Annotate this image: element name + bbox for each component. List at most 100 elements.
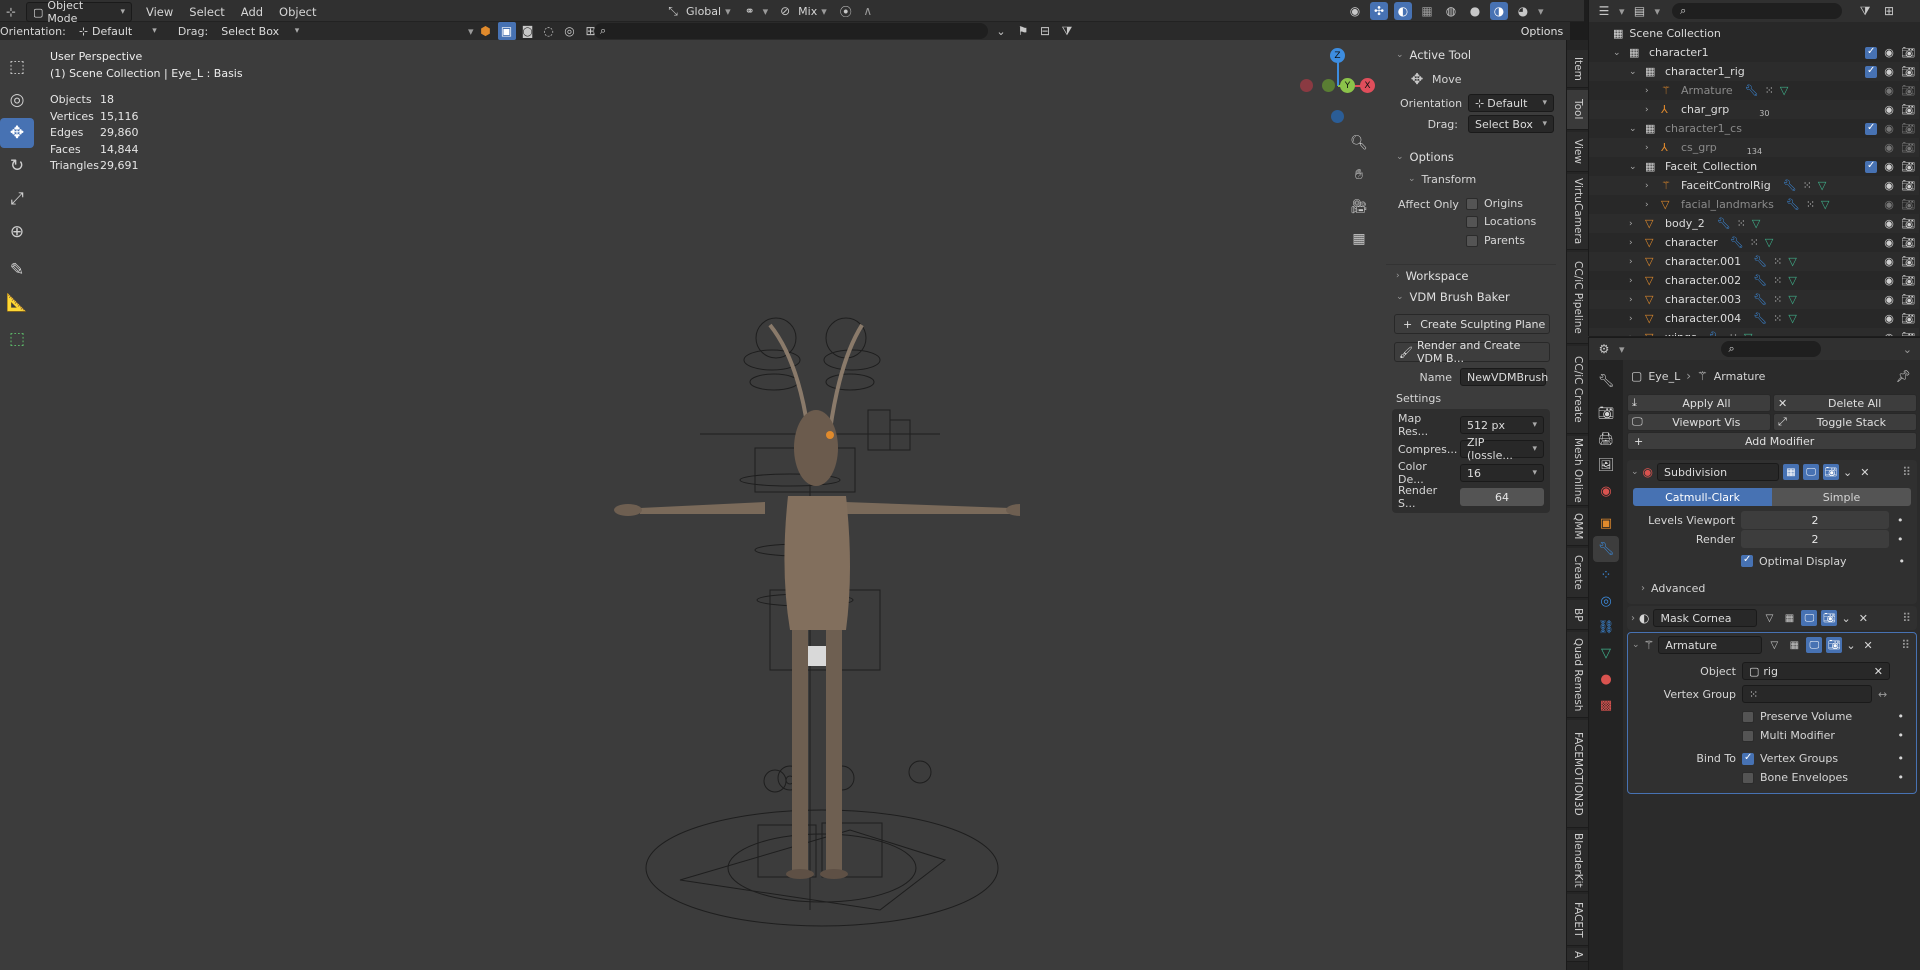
collection-exclude-checkbox[interactable] [1865, 65, 1877, 78]
render-camera-icon[interactable]: 📷︎ [1901, 103, 1915, 116]
tool-drag-dropdown[interactable]: Select Box ▾ [1468, 115, 1554, 133]
render-camera-icon[interactable]: 📷︎ [1901, 331, 1915, 336]
origins-checkbox[interactable] [1466, 197, 1478, 210]
mesh-data-icon[interactable]: ▽ [1744, 331, 1752, 336]
transform-orientation-value[interactable]: Global [686, 5, 721, 18]
chevron-down-icon[interactable]: ⌄ [992, 22, 1010, 40]
outliner-row[interactable]: › ▽ character 🔧︎ ⁙ ▽ ◉ 📷︎ [1589, 233, 1919, 252]
vertex-group-icon[interactable]: ⁙ [1773, 293, 1782, 306]
mesh-data-icon[interactable]: ▽ [1821, 198, 1829, 211]
gizmo-neg-y-axis[interactable] [1322, 79, 1335, 92]
select-box-icon[interactable]: ▣ [497, 22, 516, 40]
map-res-dropdown[interactable]: 512 px ▾ [1460, 416, 1544, 434]
menu-add[interactable]: Add [241, 5, 263, 19]
select-tool-icon[interactable]: ⬚ [0, 52, 34, 82]
keyframe-dot-icon[interactable]: • [1898, 752, 1905, 765]
optimal-display-checkbox[interactable] [1741, 554, 1753, 567]
render-camera-icon[interactable]: 📷︎ [1901, 141, 1915, 154]
shading-material-icon[interactable]: ◑ [1490, 2, 1508, 20]
modifier-icon[interactable]: 🔧︎ [1717, 217, 1731, 230]
subdivision-name-field[interactable]: Subdivision [1657, 463, 1780, 481]
modifier-icon[interactable]: 🔧︎ [1753, 293, 1767, 306]
drag-dropdown[interactable]: Select Box ▾ [214, 23, 307, 39]
outliner-scene-collection[interactable]: ▦ Scene Collection [1589, 24, 1919, 43]
keyframe-dot-icon[interactable]: • [1898, 771, 1905, 784]
filter-icon[interactable]: ⧩ [1856, 2, 1874, 20]
visibility-eye-icon[interactable]: ◉ [1883, 236, 1895, 249]
visibility-eye-icon[interactable]: ◉ [1883, 46, 1895, 59]
vertex-group-icon[interactable]: ⁙ [1729, 331, 1738, 336]
view-object-types-icon[interactable]: ⬢ [477, 22, 495, 40]
vertex-group-field[interactable]: ⁙ [1742, 685, 1872, 703]
vdm-brush-baker-header[interactable]: VDM Brush Baker [1410, 290, 1510, 304]
vertex-group-icon[interactable]: ⁙ [1773, 312, 1782, 325]
chevron-down-icon[interactable]: ⌄ [1846, 639, 1855, 652]
mesh-data-icon[interactable]: ▽ [1818, 179, 1826, 192]
render-camera-icon[interactable]: 📷︎ [1901, 122, 1915, 135]
chevron-right-icon[interactable]: › [1629, 257, 1641, 267]
sidebar-tab-bp[interactable]: BP [1567, 600, 1589, 630]
particles-tab-icon[interactable]: ⁘ [1593, 562, 1619, 588]
vertex-group-icon[interactable]: ⁙ [1803, 179, 1812, 192]
world-tab-icon[interactable]: ◉ [1593, 478, 1619, 504]
sidebar-tab-faceit[interactable]: FACEIT [1567, 894, 1589, 946]
preserve-volume-checkbox[interactable] [1742, 710, 1754, 723]
add-modifier-button[interactable]: + Add Modifier [1627, 432, 1917, 450]
chevron-right-icon[interactable]: › [1631, 613, 1635, 624]
cursor-tool-icon[interactable]: ◎ [0, 85, 34, 115]
render-camera-icon[interactable]: 📷︎ [1901, 84, 1915, 97]
render-camera-icon[interactable]: 📷︎ [1901, 312, 1915, 325]
render-create-vdm-button[interactable]: 🖌︎ Render and Create VDM B... [1394, 339, 1550, 365]
keyframe-dot-icon[interactable]: • [1897, 514, 1904, 527]
realtime-toggle-icon[interactable]: 🖵 [1803, 464, 1820, 480]
render-toggle-icon[interactable]: 📷︎ [1823, 464, 1840, 480]
visibility-eye-icon[interactable]: ◉ [1883, 217, 1895, 230]
keyframe-dot-icon[interactable]: • [1898, 710, 1905, 723]
pivot-mix-label[interactable]: Mix [798, 5, 817, 18]
chevron-right-icon[interactable]: › [1629, 238, 1641, 248]
apply-all-button[interactable]: ⤓ Apply All [1627, 394, 1771, 412]
outliner-row[interactable]: › ⅄ cs_grp 134 ◉ 📷︎ [1589, 138, 1919, 157]
modifier-icon[interactable]: 🔧︎ [1745, 84, 1759, 97]
render-tab-icon[interactable]: 📷︎ [1593, 400, 1619, 426]
sidebar-tab-blenderkit[interactable]: BlenderKit [1567, 830, 1589, 892]
chevron-right-icon[interactable]: › [1629, 276, 1641, 286]
menu-view[interactable]: View [146, 5, 173, 19]
chevron-down-icon[interactable]: ⌄ [1408, 174, 1416, 184]
keyframe-dot-icon[interactable]: • [1899, 555, 1906, 568]
mesh-data-icon[interactable]: ▽ [1765, 236, 1773, 249]
bone-envelopes-checkbox[interactable] [1742, 771, 1754, 784]
data-tab-icon[interactable]: ▽ [1593, 640, 1619, 666]
display-mode-icon[interactable]: ▤ [1631, 2, 1649, 20]
chevron-right-icon[interactable]: › [1645, 181, 1657, 191]
sidebar-tab-quad-remesh[interactable]: Quad Remesh [1567, 632, 1589, 718]
chevron-right-icon[interactable]: › [1645, 200, 1657, 210]
edit-mode-toggle-icon[interactable]: ▦ [1786, 637, 1802, 653]
pan-hand-icon[interactable]: ✋︎ [1346, 162, 1372, 188]
visibility-eye-icon[interactable]: ◉ [1883, 331, 1895, 336]
perspective-toggle-icon[interactable]: ▦ [1346, 226, 1372, 252]
outliner-row[interactable]: ⌄▦character1◉📷︎ [1589, 43, 1919, 62]
edit-mode-toggle-icon[interactable]: ▦ [1781, 610, 1797, 626]
render-toggle-icon[interactable]: 📷︎ [1821, 610, 1838, 626]
render-camera-icon[interactable]: 📷︎ [1901, 236, 1915, 249]
vertex-group-icon[interactable]: ⁙ [1773, 255, 1782, 268]
add-cube-tool-icon[interactable]: ⬚ [0, 324, 34, 354]
select-invert-icon[interactable]: ◎ [561, 22, 579, 40]
collection-exclude-checkbox[interactable] [1865, 122, 1877, 135]
keyframe-dot-icon[interactable]: • [1897, 533, 1904, 546]
mesh-data-icon[interactable]: ▽ [1788, 255, 1796, 268]
modifier-icon[interactable]: 🔧︎ [1753, 274, 1767, 287]
advanced-subpanel[interactable]: Advanced [1651, 582, 1705, 595]
armature-name-field[interactable]: Armature [1658, 636, 1763, 654]
transform-header[interactable]: Transform [1422, 173, 1477, 186]
select-subtract-icon[interactable]: ◌ [540, 22, 558, 40]
properties-editor-icon[interactable]: ⚙ [1595, 340, 1613, 358]
chevron-right-icon[interactable]: › [1396, 271, 1400, 281]
mesh-data-icon[interactable]: ▽ [1788, 293, 1796, 306]
render-camera-icon[interactable]: 📷︎ [1901, 160, 1915, 173]
menu-object[interactable]: Object [279, 5, 316, 19]
visibility-icon[interactable]: ◉ [1346, 2, 1364, 20]
vertex-group-icon[interactable]: ⁙ [1750, 236, 1759, 249]
navigation-gizmo[interactable]: Z X Y [1300, 48, 1376, 124]
